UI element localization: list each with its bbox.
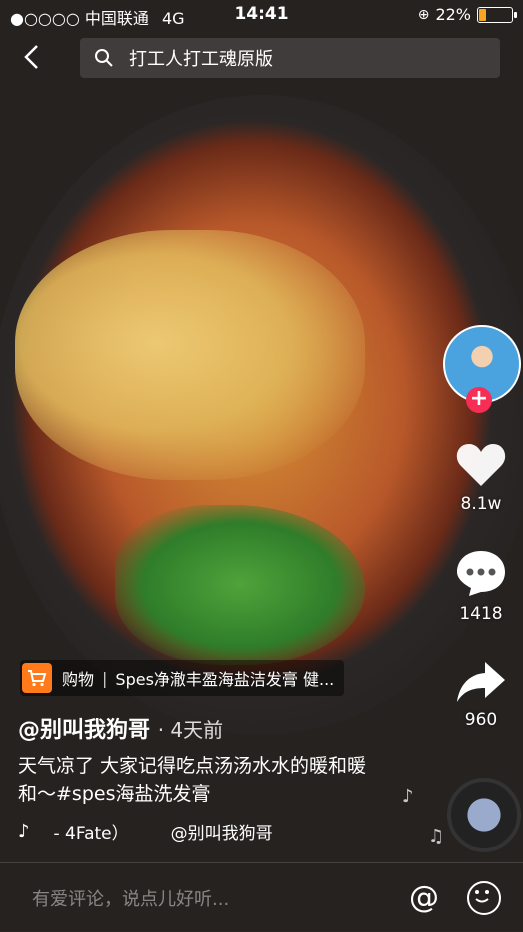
search-bar[interactable]: 打工人打工魂原版 [80, 38, 500, 78]
follow-button[interactable]: + [466, 387, 492, 413]
status-bar: ●○○○○ 中国联通 4G 14:41 ⊕ 22% [0, 0, 523, 30]
status-right: ⊕ 22% [417, 5, 517, 24]
battery-percent: 22% [435, 5, 471, 24]
music-disc[interactable] [447, 778, 521, 852]
product-title: Spes净澈丰盈海盐洁发膏 健... [115, 670, 335, 689]
shopping-label: 购物 [62, 670, 95, 689]
lock-rotation-icon: ⊕ [417, 6, 430, 23]
heart-icon [456, 444, 506, 486]
post-description: 天气凉了 大家记得吃点汤汤水水的暖和暖和～#spes海盐洗发膏 [18, 755, 367, 805]
comment-bar[interactable]: 有爱评论，说点儿好听... @ [0, 862, 523, 932]
battery-icon [477, 6, 517, 23]
search-query: 打工人打工魂原版 [129, 49, 273, 70]
share-count: 960 [464, 710, 498, 730]
tiktok-note-icon: ♪ [18, 821, 30, 842]
share-arrow-icon [457, 662, 505, 702]
shopping-cart-icon [22, 663, 52, 693]
at-mention-icon[interactable]: @ [409, 880, 439, 915]
post-age: · 4天前 [157, 718, 224, 742]
comment-bubble-icon [457, 551, 505, 596]
like-count: 8.1w [460, 494, 502, 514]
floating-note-icon: ♪ [402, 786, 414, 807]
author-name[interactable]: @别叫我狗哥 [18, 718, 150, 743]
music-author: @别叫我狗哥 [170, 824, 273, 844]
comment-button[interactable]: 1418 [445, 548, 517, 624]
chevron-left-icon [24, 45, 38, 69]
music-info[interactable]: ♪ - 4Fate） @别叫我狗哥 [18, 819, 273, 844]
author-line: @别叫我狗哥 · 4天前 [18, 712, 223, 744]
comment-input[interactable]: 有爱评论，说点儿好听... [32, 885, 409, 911]
emoji-icon[interactable] [467, 880, 501, 915]
search-icon [95, 49, 113, 67]
comment-count: 1418 [459, 604, 503, 624]
shopping-link[interactable]: 购物 | Spes净澈丰盈海盐洁发膏 健... [20, 660, 345, 696]
music-title: - 4Fate） [53, 824, 129, 844]
share-button[interactable]: 960 [445, 660, 517, 730]
shopping-separator: | [102, 668, 108, 688]
video-frame-noodles [15, 230, 365, 480]
back-button[interactable] [22, 44, 40, 69]
like-button[interactable]: 8.1w [445, 440, 517, 514]
floating-note-icon: ♫ [428, 826, 445, 847]
